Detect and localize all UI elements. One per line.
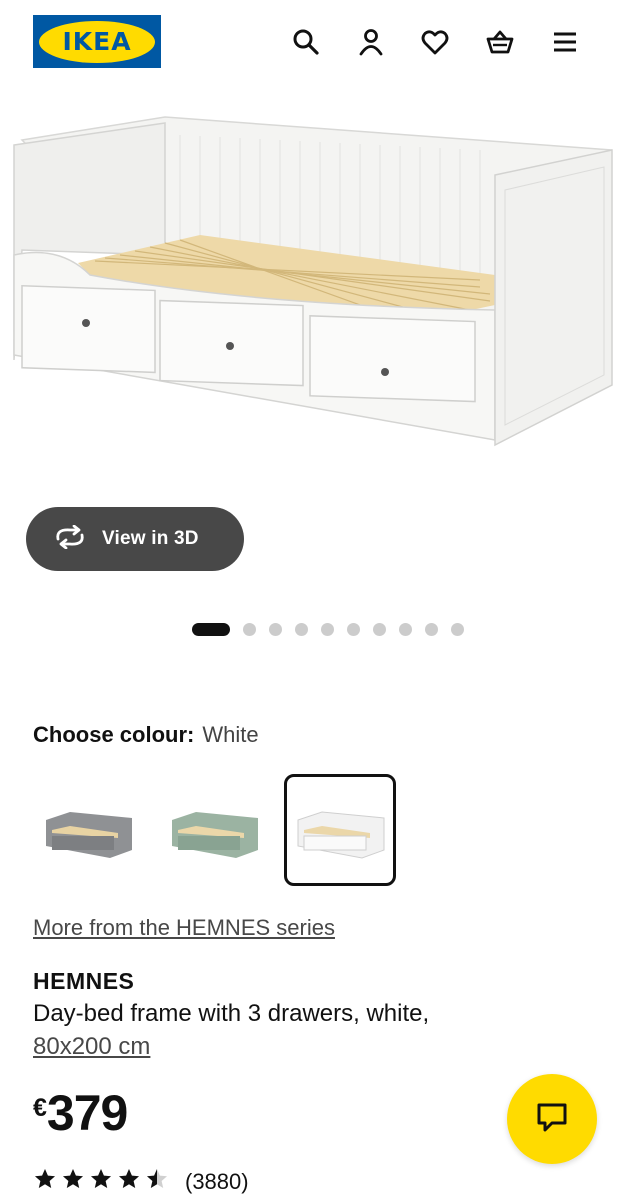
selected-colour-value: White [202, 722, 259, 747]
carousel-indicator[interactable] [192, 621, 477, 637]
colour-option-green[interactable] [158, 774, 270, 886]
carousel-dot[interactable] [373, 622, 386, 636]
star-icon [119, 1169, 139, 1188]
colour-option-grey[interactable] [32, 774, 144, 886]
view-in-3d-label: View in 3D [102, 528, 199, 549]
carousel-dot[interactable] [321, 622, 334, 636]
heart-icon[interactable] [415, 22, 455, 62]
carousel-dot[interactable] [243, 622, 256, 636]
product-image[interactable] [0, 95, 629, 480]
product-price: € 379 [33, 1085, 128, 1141]
review-count: (3880) [185, 1168, 249, 1194]
basket-icon[interactable] [480, 22, 520, 62]
view-in-3d-button[interactable]: View in 3D [26, 507, 244, 571]
carousel-dot[interactable] [425, 622, 438, 636]
rotate-3d-icon [52, 524, 88, 554]
user-icon[interactable] [351, 22, 391, 62]
star-rating [33, 1167, 173, 1196]
search-icon[interactable] [286, 22, 326, 62]
colour-option-white[interactable] [284, 774, 396, 886]
colour-chooser-label: Choose colour: White [33, 722, 259, 748]
series-link[interactable]: More from the HEMNES series [33, 915, 335, 941]
header: IKEA [0, 0, 629, 84]
price-currency: € [33, 1094, 47, 1122]
price-amount: 379 [46, 1085, 128, 1141]
product-description: Day-bed frame with 3 drawers, white, [33, 1000, 430, 1027]
carousel-dot-active[interactable] [192, 622, 230, 636]
carousel-dot[interactable] [451, 622, 464, 636]
menu-icon[interactable] [545, 22, 585, 62]
rating[interactable]: (3880) [33, 1167, 249, 1196]
star-icon [35, 1169, 55, 1188]
carousel-dot[interactable] [347, 622, 360, 636]
logo-oval: IKEA [39, 20, 155, 63]
carousel-dot[interactable] [399, 622, 412, 636]
star-icon [91, 1169, 111, 1188]
carousel-dot[interactable] [269, 622, 282, 636]
logo-text: IKEA [62, 27, 132, 56]
product-name: HEMNES [33, 968, 135, 994]
ikea-logo[interactable]: IKEA [33, 15, 161, 68]
chat-icon [534, 1099, 570, 1140]
carousel-dot[interactable] [295, 622, 308, 636]
chat-button[interactable] [507, 1074, 597, 1164]
product-size-link[interactable]: 80x200 cm [33, 1033, 150, 1061]
star-icon [147, 1169, 167, 1188]
star-icon [63, 1169, 83, 1188]
choose-colour-label: Choose colour: [33, 722, 195, 747]
